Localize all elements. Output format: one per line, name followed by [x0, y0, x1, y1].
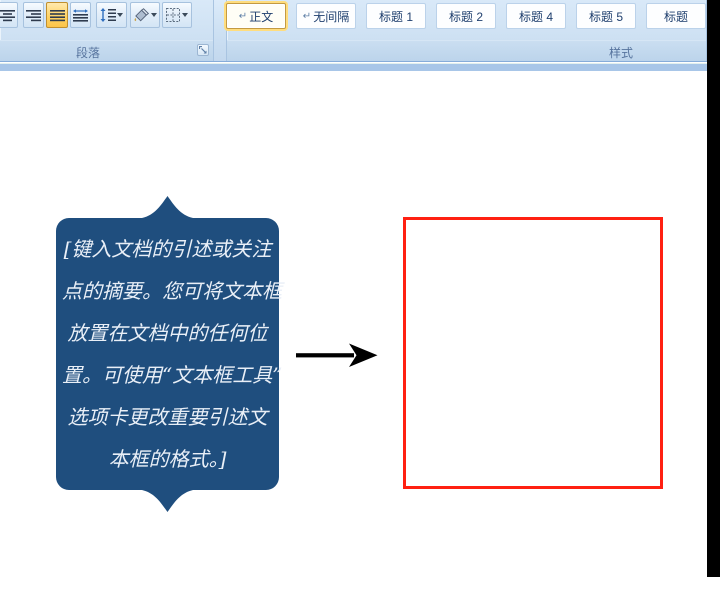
paragraph-group: 段落: [0, 0, 214, 61]
pull-quote-line: 点的摘要。您可将文本框: [62, 279, 282, 303]
style-button[interactable]: ↵ 无间隔: [296, 3, 356, 29]
document-window-top-strip: [0, 63, 707, 71]
shading-button[interactable]: [130, 2, 160, 28]
shading-icon: [134, 8, 150, 22]
return-mark-icon: ↵: [302, 10, 312, 22]
borders-button[interactable]: [162, 2, 192, 28]
style-button[interactable]: 标题 1: [366, 3, 426, 29]
return-mark-icon: ↵: [238, 10, 248, 22]
styles-group-label: 样式: [609, 46, 634, 60]
pull-quote-line: 置。可使用“文本框工具”: [62, 363, 283, 387]
align-center-button[interactable]: [0, 2, 18, 28]
style-button-label: 标题: [663, 9, 688, 24]
shading-dropdown[interactable]: [150, 2, 157, 28]
style-button[interactable]: 标题 2: [436, 3, 496, 29]
style-button-label: 正文: [249, 9, 274, 24]
borders-icon: [165, 8, 180, 22]
style-button-label: 标题 1: [378, 9, 413, 24]
screen-background: [707, 0, 720, 577]
ribbon: 段落 样式 ↵ 正文 ↵ 无间隔 标题 1 标题 2 标题 4 标题 5 标题: [0, 0, 707, 62]
style-button[interactable]: 标题 5: [576, 3, 636, 29]
paragraph-dialog-launcher[interactable]: [197, 44, 209, 56]
pull-quote-line: [键入文档的引述或关注: [63, 237, 272, 261]
style-button[interactable]: 标题: [646, 3, 706, 29]
style-button-label: 标题 5: [588, 9, 623, 24]
distribute-icon: [73, 8, 88, 22]
word-window: 段落 样式 ↵ 正文 ↵ 无间隔 标题 1 标题 2 标题 4 标题 5 标题 …: [0, 0, 720, 589]
paragraph-group-label: 段落: [76, 46, 101, 60]
dialog-launcher-icon: [199, 46, 207, 54]
paragraph-group-label-strip: [0, 40, 213, 61]
pull-quote-text[interactable]: [键入文档的引述或关注 点的摘要。您可将文本框放置在文档中的任何位置。可使用“文本…: [62, 228, 283, 480]
chevron-down-icon: [182, 13, 188, 17]
align-right-icon: [26, 9, 41, 21]
align-center-icon: [0, 9, 15, 21]
pull-quote-line: 本框的格式。]: [108, 447, 227, 471]
distribute-button[interactable]: [70, 2, 91, 28]
style-button[interactable]: ↵ 正文: [226, 3, 286, 29]
style-button-label: 标题 4: [518, 9, 553, 24]
align-right-button[interactable]: [23, 2, 44, 28]
line-spacing-button[interactable]: [96, 2, 127, 28]
borders-dropdown[interactable]: [182, 2, 189, 28]
style-button-label: 标题 2: [448, 9, 483, 24]
style-button[interactable]: 标题 4: [506, 3, 566, 29]
pull-quote-line: 选项卡更改重要引述文: [67, 405, 268, 429]
justify-icon: [49, 9, 65, 21]
style-button-label: 无间隔: [313, 9, 350, 24]
chevron-down-icon: [150, 13, 157, 17]
line-spacing-dropdown[interactable]: [117, 2, 124, 28]
chevron-down-icon: [117, 13, 123, 17]
line-spacing-icon: [100, 8, 116, 22]
arrow-shape[interactable]: [290, 338, 382, 372]
justify-button[interactable]: [46, 2, 68, 28]
style-gallery: ↵ 正文 ↵ 无间隔 标题 1 标题 2 标题 4 标题 5 标题: [226, 3, 707, 29]
red-rectangle-shape[interactable]: [403, 217, 663, 489]
styles-group-label-strip: [227, 40, 706, 61]
pull-quote-line: 放置在文档中的任何位: [67, 321, 268, 345]
